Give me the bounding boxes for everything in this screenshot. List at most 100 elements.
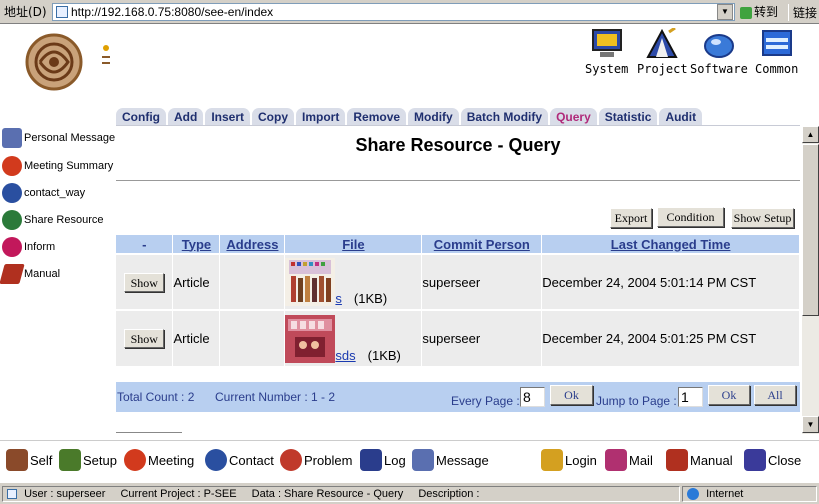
- file-thumbnail-image[interactable]: [285, 314, 336, 363]
- condition-button[interactable]: Condition: [657, 207, 724, 227]
- col-header-address[interactable]: Address: [219, 235, 286, 254]
- tab-modify[interactable]: Modify: [408, 108, 459, 126]
- nav-label: Manual: [690, 452, 733, 468]
- menu-item-meeting-summary[interactable]: Meeting Summary: [2, 156, 113, 176]
- tab-statistic[interactable]: Statistic: [598, 108, 658, 126]
- col-header-commit-person[interactable]: Commit Person: [421, 235, 543, 254]
- col-header-type[interactable]: Type: [172, 235, 221, 254]
- nav-meeting[interactable]: Meeting: [124, 449, 194, 471]
- address-bar: 地址(D) http://192.168.0.75:8080/see-en/in…: [0, 0, 819, 24]
- url-field[interactable]: http://192.168.0.75:8080/see-en/index: [52, 3, 735, 21]
- show-button[interactable]: Show: [124, 329, 165, 348]
- menu-label: contact_way: [24, 187, 86, 199]
- nav-contact[interactable]: Contact: [205, 449, 274, 471]
- close-icon: [744, 449, 766, 471]
- jump-ok-button[interactable]: Ok: [708, 385, 750, 405]
- menu-item-contact-way[interactable]: contact_way: [2, 183, 85, 203]
- vertical-scrollbar[interactable]: ▲ ▼: [802, 126, 819, 434]
- show-setup-button[interactable]: Show Setup: [731, 208, 794, 228]
- menu-label: Manual: [24, 268, 61, 280]
- menu-label: Meeting Summary: [24, 160, 114, 172]
- every-page-ok-button[interactable]: Ok: [550, 385, 593, 405]
- status-page-icon: [7, 489, 17, 500]
- menu-item-personal-message[interactable]: Personal Message: [2, 128, 115, 148]
- share-resource-icon: [2, 210, 22, 230]
- type-cell: Article: [172, 253, 221, 310]
- system-link[interactable]: System: [585, 28, 628, 76]
- self-icon: [6, 449, 28, 471]
- export-button[interactable]: Export: [610, 208, 652, 228]
- file-cell: sds (1KB): [284, 309, 423, 366]
- log-icon: [360, 449, 382, 471]
- scroll-up-arrow-icon[interactable]: ▲: [802, 126, 819, 143]
- col-header-file[interactable]: File: [284, 235, 423, 254]
- nav-mail[interactable]: Mail: [605, 449, 653, 471]
- tab-copy[interactable]: Copy: [252, 108, 295, 126]
- file-link[interactable]: sds: [335, 348, 355, 363]
- time-cell: December 24, 2004 5:01:25 PM CST: [541, 309, 800, 366]
- go-button[interactable]: 转到: [740, 3, 778, 20]
- page-icon: [56, 6, 68, 18]
- project-link[interactable]: Project: [637, 26, 688, 76]
- all-button[interactable]: All: [754, 385, 796, 405]
- project-label: Project: [637, 62, 688, 76]
- menu-item-share-resource[interactable]: Share Resource: [2, 210, 104, 230]
- status-data: Data : Share Resource - Query: [251, 488, 404, 500]
- url-dropdown-button[interactable]: ▼: [717, 4, 733, 20]
- message-icon: [412, 449, 434, 471]
- show-button[interactable]: Show: [124, 272, 165, 292]
- status-text-cell: User : superseer Current Project : P-SEE…: [2, 486, 680, 502]
- mail-icon: [605, 449, 627, 471]
- every-page-label: Every Page :: [451, 394, 520, 408]
- tab-add[interactable]: Add: [168, 108, 204, 126]
- links-button[interactable]: 链接: [788, 4, 817, 21]
- software-link[interactable]: Software: [690, 28, 748, 76]
- col-header-last-changed-time[interactable]: Last Changed Time: [541, 235, 800, 254]
- every-page-input[interactable]: 8: [520, 387, 545, 407]
- nav-manual[interactable]: Manual: [666, 449, 733, 471]
- tab-remove[interactable]: Remove: [347, 108, 407, 126]
- results-table: - Type Address File Commit Person Last C…: [116, 235, 800, 366]
- tab-import[interactable]: Import: [296, 108, 346, 126]
- menu-label: Inform: [24, 241, 56, 253]
- file-thumbnail-image[interactable]: [285, 258, 336, 306]
- table-row: Show Article s (1KB) superseer December …: [116, 253, 800, 310]
- scroll-thumb[interactable]: [802, 144, 819, 316]
- common-link[interactable]: Common: [755, 28, 798, 76]
- file-link[interactable]: s: [335, 291, 342, 306]
- commit-person-cell: superseer: [421, 253, 543, 310]
- address-cell: [219, 309, 286, 366]
- jump-to-page-input[interactable]: 1: [678, 387, 703, 407]
- tab-query[interactable]: Query: [550, 108, 597, 126]
- scroll-down-arrow-icon[interactable]: ▼: [802, 416, 819, 433]
- nav-label: Setup: [83, 452, 117, 468]
- nav-self[interactable]: Self: [6, 449, 52, 471]
- nav-setup[interactable]: Setup: [59, 449, 117, 471]
- tab-insert[interactable]: Insert: [205, 108, 251, 126]
- file-size: (1KB): [353, 291, 388, 306]
- nav-label: Self: [30, 452, 53, 468]
- nav-label: Mail: [629, 452, 653, 468]
- personal-message-icon: [2, 128, 22, 148]
- project-tent-icon: [645, 26, 679, 60]
- divider-line: [116, 432, 182, 433]
- nav-problem[interactable]: Problem: [280, 449, 352, 471]
- nav-login[interactable]: Login: [541, 449, 597, 471]
- nav-message[interactable]: Message: [412, 449, 489, 471]
- go-arrow-icon: [740, 6, 752, 19]
- tab-audit[interactable]: Audit: [659, 108, 703, 126]
- tab-config[interactable]: Config: [116, 108, 166, 126]
- time-cell: December 24, 2004 5:01:14 PM CST: [541, 253, 800, 310]
- status-user: User : superseer: [24, 488, 106, 500]
- file-cell: s (1KB): [284, 253, 423, 310]
- nav-log[interactable]: Log: [360, 449, 406, 471]
- menu-item-inform[interactable]: Inform: [2, 237, 55, 257]
- nav-label: Contact: [229, 452, 274, 468]
- tab-batch-modify[interactable]: Batch Modify: [460, 108, 549, 126]
- col-header-action: -: [116, 235, 174, 254]
- system-monitor-icon: [590, 28, 624, 60]
- nav-label: Close: [768, 452, 802, 468]
- menu-item-manual[interactable]: Manual: [0, 264, 61, 284]
- nav-close[interactable]: Close: [744, 449, 801, 471]
- nav-label: Problem: [304, 452, 353, 468]
